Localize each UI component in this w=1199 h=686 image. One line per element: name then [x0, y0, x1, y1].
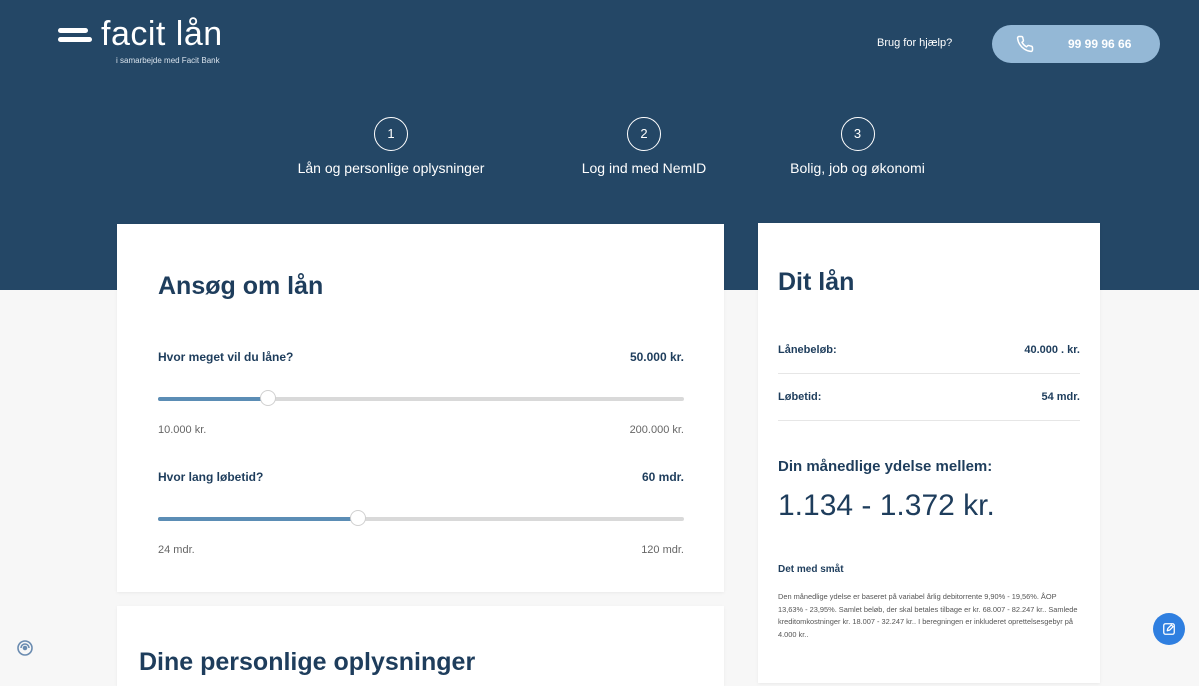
- amount-slider[interactable]: [158, 390, 684, 406]
- loan-amount-value: 40.000 . kr.: [1024, 344, 1080, 356]
- accessibility-icon[interactable]: [14, 637, 36, 664]
- personal-info-title: Dine personlige oplysninger: [139, 648, 476, 676]
- phone-icon: [1016, 35, 1034, 53]
- step-2-label: Log ind med NemID: [581, 160, 707, 176]
- step-3-label: Bolig, job og økonomi: [790, 160, 925, 176]
- term-slider-fill: [158, 517, 358, 521]
- loan-term-value: 54 mdr.: [1041, 391, 1080, 403]
- phone-button[interactable]: 99 99 96 66: [992, 25, 1160, 63]
- step-3-number: 3: [840, 117, 875, 151]
- personal-info-card: Dine personlige oplysninger: [117, 606, 724, 686]
- logo-text: facit lån: [101, 15, 223, 53]
- summary-title: Dit lån: [778, 268, 855, 296]
- term-slider-thumb[interactable]: [349, 510, 366, 526]
- step-1-label: Lån og personlige oplysninger: [297, 160, 485, 176]
- fine-print-title: Det med småt: [778, 564, 844, 575]
- edit-icon: [1163, 623, 1175, 635]
- logo-mark-icon: [58, 28, 92, 50]
- amount-slider-thumb[interactable]: [260, 390, 277, 406]
- phone-number: 99 99 96 66: [1068, 37, 1132, 51]
- term-slider[interactable]: [158, 510, 684, 526]
- logo-subtitle: i samarbejde med Facit Bank: [116, 56, 220, 65]
- term-value: 60 mdr.: [641, 470, 684, 484]
- step-2-number: 2: [627, 117, 661, 151]
- summary-divider-2: [778, 420, 1080, 421]
- amount-min-label: 10.000 kr.: [158, 424, 207, 436]
- loan-amount-label: Lånebeløb:: [778, 344, 837, 356]
- help-text: Brug for hjælp?: [877, 37, 953, 49]
- apply-title: Ansøg om lån: [158, 272, 324, 300]
- amount-value: 50.000 kr.: [629, 350, 684, 364]
- amount-slider-fill: [158, 397, 269, 401]
- monthly-payment-value: 1.134 - 1.372 kr.: [778, 489, 995, 522]
- monthly-payment-title: Din månedlige ydelse mellem:: [778, 458, 993, 475]
- step-1-number: 1: [374, 117, 408, 151]
- amount-question: Hvor meget vil du låne?: [158, 350, 294, 364]
- term-min-label: 24 mdr.: [158, 544, 195, 556]
- amount-max-label: 200.000 kr.: [629, 424, 684, 436]
- loan-summary-card: Dit lån Lånebeløb: 40.000 . kr. Løbetid:…: [758, 223, 1100, 683]
- step-2: 2 Log ind med NemID: [562, 117, 726, 176]
- feedback-button[interactable]: [1153, 613, 1185, 645]
- term-max-label: 120 mdr.: [641, 544, 684, 556]
- step-1: 1 Lån og personlige oplysninger: [273, 117, 509, 176]
- loan-term-label: Løbetid:: [778, 391, 822, 403]
- fine-print-text: Den månedlige ydelse er baseret på varia…: [778, 592, 1078, 639]
- summary-divider-1: [778, 373, 1080, 374]
- loan-application-card: Ansøg om lån Hvor meget vil du låne? 50.…: [117, 224, 724, 592]
- step-3: 3 Bolig, job og økonomi: [770, 117, 945, 176]
- term-question: Hvor lang løbetid?: [158, 470, 264, 484]
